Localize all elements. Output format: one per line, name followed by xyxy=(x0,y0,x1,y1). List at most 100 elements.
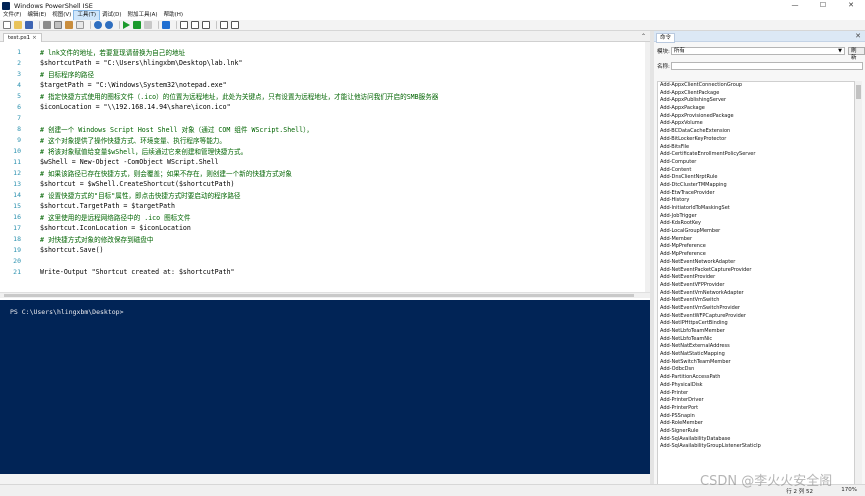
tab-test-ps1[interactable]: test.ps1 × xyxy=(3,33,42,42)
list-item[interactable]: Add-NetEventPacketCaptureProvider xyxy=(658,267,854,275)
close-button[interactable]: ✕ xyxy=(837,0,865,11)
menu-addons[interactable]: 附加工具(A) xyxy=(125,11,161,20)
list-item[interactable]: Add-NetEventWFPCaptureProvider xyxy=(658,313,854,321)
list-item[interactable]: Add-NetEventVmNetworkAdapter xyxy=(658,290,854,298)
list-item[interactable]: Add-NetEventVmSwitch xyxy=(658,297,854,305)
show-script-right-icon[interactable] xyxy=(191,21,199,29)
open-folder-icon[interactable] xyxy=(14,21,22,29)
script-editor[interactable]: 1 # lnk文件的地址，若要复现请替换为自己的地址 2 $shortcutPath … xyxy=(0,42,645,292)
console-pane[interactable]: PS C:\Users\hlingxbm\Desktop> xyxy=(0,300,650,474)
list-item[interactable]: Add-NetNatExternalAddress xyxy=(658,343,854,351)
remote-powershell-icon[interactable] xyxy=(162,21,170,29)
tab-commands[interactable]: 命令 xyxy=(656,33,676,43)
menu-debug[interactable]: 调试(D) xyxy=(99,11,125,20)
list-item[interactable]: Add-NetLbfoTeamNic xyxy=(658,336,854,344)
stop-icon[interactable] xyxy=(144,21,152,29)
list-item[interactable]: Add-AppxVolume xyxy=(658,120,854,128)
list-item[interactable]: Add-NetEventProvider xyxy=(658,274,854,282)
code-text: # 将该对象赋值给变量$wShell，后续通过它来创建和管理快捷方式。 xyxy=(40,147,248,156)
run-script-icon[interactable] xyxy=(123,21,130,29)
clear-console-icon[interactable] xyxy=(76,21,84,29)
list-item[interactable]: Add-PhysicalDisk xyxy=(658,382,854,390)
list-item[interactable]: Add-PartitionAccessPath xyxy=(658,374,854,382)
list-item[interactable]: Add-BitsFile xyxy=(658,144,854,152)
list-item[interactable]: Add-History xyxy=(658,197,854,205)
list-item[interactable]: Add-JobTrigger xyxy=(658,213,854,221)
menu-tools[interactable]: 工具(T) xyxy=(73,10,100,21)
close-icon[interactable]: ✕ xyxy=(855,32,861,40)
list-item[interactable]: Add-SqlAvailabilityDatabase xyxy=(658,436,854,444)
list-item[interactable]: Add-PrinterDriver xyxy=(658,397,854,405)
paste-icon[interactable] xyxy=(65,21,73,29)
scrollbar-thumb[interactable] xyxy=(856,85,861,99)
list-item[interactable]: Add-KdsRootKey xyxy=(658,220,854,228)
list-item[interactable]: Add-NetNatStaticMapping xyxy=(658,351,854,359)
save-icon[interactable] xyxy=(25,21,33,29)
list-item[interactable]: Add-AppxPublishingServer xyxy=(658,97,854,105)
scrollbar-thumb[interactable] xyxy=(4,294,634,297)
list-item[interactable]: Add-MpPreference xyxy=(658,243,854,251)
tab-close-icon[interactable]: × xyxy=(32,35,37,41)
list-item[interactable]: Add-NetEventVmSwitchProvider xyxy=(658,305,854,313)
list-item[interactable]: Add-EtwTraceProvider xyxy=(658,190,854,198)
code-line: 12 # 如果该路径已存在快捷方式，则会覆盖；如果不存在，则创建一个新的快捷方式对… xyxy=(0,167,645,178)
list-item[interactable]: Add-PrinterPort xyxy=(658,405,854,413)
list-item[interactable]: Add-InitiatorIdToMaskingSet xyxy=(658,205,854,213)
editor-horizontal-scrollbar[interactable] xyxy=(0,292,650,298)
list-item[interactable]: Add-NetSwitchTeamMember xyxy=(658,359,854,367)
list-item[interactable]: Add-CertificateEnrollmentPolicyServer xyxy=(658,151,854,159)
list-item[interactable]: Add-Computer xyxy=(658,159,854,167)
list-item[interactable]: Add-BCDataCacheExtension xyxy=(658,128,854,136)
list-item[interactable]: Add-AppxProvisionedPackage xyxy=(658,113,854,121)
maximize-button[interactable]: ☐ xyxy=(809,0,837,11)
collapse-script-pane-icon[interactable]: ⌃ xyxy=(640,33,647,40)
window-title: Windows PowerShell ISE xyxy=(14,1,93,10)
menu-edit[interactable]: 编辑(E) xyxy=(24,11,49,20)
list-item[interactable]: Add-NetEventVFPProvider xyxy=(658,282,854,290)
show-script-max-icon[interactable] xyxy=(202,21,210,29)
list-item[interactable]: Add-NetLbfoTeamMember xyxy=(658,328,854,336)
list-item[interactable]: Add-Content xyxy=(658,167,854,175)
list-item[interactable]: Add-DnsClientNrptRule xyxy=(658,174,854,182)
list-item[interactable]: Add-NetEventNetworkAdapter xyxy=(658,259,854,267)
undo-icon[interactable] xyxy=(94,21,102,29)
cut-icon[interactable] xyxy=(43,21,51,29)
command-list[interactable]: Add-AppxClientConnectionGroup Add-AppxCli… xyxy=(657,81,855,491)
show-commands-icon[interactable] xyxy=(220,21,228,29)
line-number: 15 xyxy=(13,201,21,210)
menu-help[interactable]: 帮助(H) xyxy=(161,11,186,20)
code-line: 14 # 设置快捷方式的"目标"属性，即点击快捷方式时要启动的程序路径 xyxy=(0,189,645,200)
list-item[interactable]: Add-SignerRule xyxy=(658,428,854,436)
module-select[interactable]: 所有 ▼ xyxy=(670,46,846,55)
list-item[interactable]: Add-DtcClusterTMMapping xyxy=(658,182,854,190)
menu-view[interactable]: 视图(V) xyxy=(49,11,74,20)
code-line: 20 xyxy=(0,255,645,266)
list-item[interactable]: Add-BitLockerKeyProtector xyxy=(658,136,854,144)
list-item[interactable]: Add-MpPreference xyxy=(658,251,854,259)
command-list-scrollbar[interactable] xyxy=(855,81,862,491)
tab-label: test.ps1 xyxy=(8,35,31,41)
run-selection-icon[interactable] xyxy=(133,21,141,29)
list-item[interactable]: Add-OdbcDsn xyxy=(658,366,854,374)
zoom-level[interactable]: 170% xyxy=(841,487,857,493)
list-item[interactable]: Add-SqlAvailabilityGroupListenerStaticIp xyxy=(658,443,854,451)
list-item[interactable]: Add-NetIPHttpsCertBinding xyxy=(658,320,854,328)
list-item[interactable]: Add-AppxClientPackage xyxy=(658,90,854,98)
copy-icon[interactable] xyxy=(54,21,62,29)
show-command-window-icon[interactable] xyxy=(231,21,239,29)
redo-icon[interactable] xyxy=(105,21,113,29)
menu-file[interactable]: 文件(F) xyxy=(0,11,24,20)
new-file-icon[interactable] xyxy=(3,21,11,29)
list-item[interactable]: Add-RoleMember xyxy=(658,420,854,428)
refresh-button[interactable]: 刷新 xyxy=(848,46,865,61)
name-filter-input[interactable] xyxy=(671,61,863,70)
minimize-button[interactable]: — xyxy=(781,0,809,11)
list-item[interactable]: Add-PSSnapin xyxy=(658,413,854,421)
show-script-top-icon[interactable] xyxy=(180,21,188,29)
list-item[interactable]: Add-AppxClientConnectionGroup xyxy=(658,82,854,90)
list-item[interactable]: Add-AppxPackage xyxy=(658,105,854,113)
list-item[interactable]: Add-Printer xyxy=(658,390,854,398)
list-item[interactable]: Add-Member xyxy=(658,236,854,244)
list-item[interactable]: Add-LocalGroupMember xyxy=(658,228,854,236)
code-text: $shortcut = $wShell.CreateShortcut($shor… xyxy=(40,179,235,188)
